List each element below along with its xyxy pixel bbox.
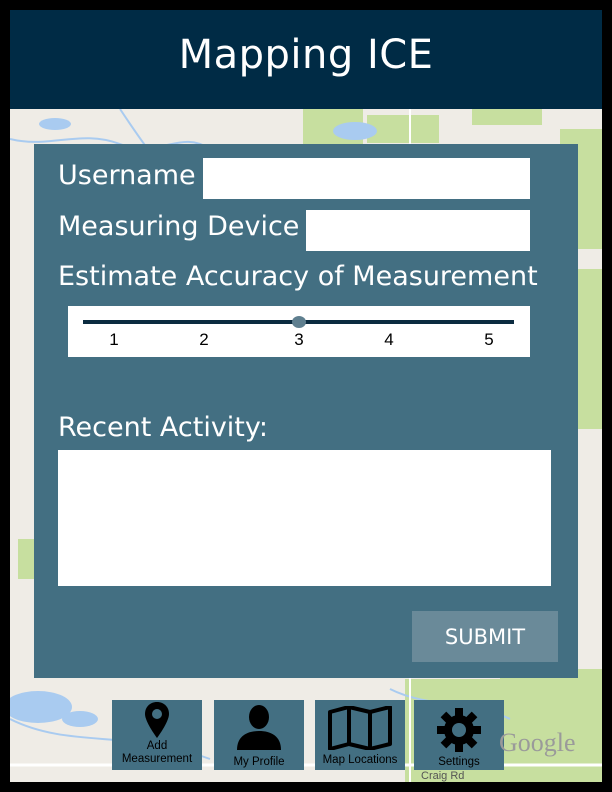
slider-tick-1: 1 — [109, 330, 119, 349]
submit-button[interactable]: SUBMIT — [412, 611, 558, 662]
add-measurement-button[interactable]: Add Measurement — [112, 700, 202, 770]
recent-activity-label: Recent Activity: — [58, 412, 269, 443]
measurement-form-panel: Username Measuring Device Estimate Accur… — [34, 144, 578, 678]
gear-icon — [437, 708, 481, 752]
map-locations-button[interactable]: Map Locations — [315, 700, 405, 770]
slider-tick-3: 3 — [294, 330, 304, 349]
slider-tick-4: 4 — [384, 330, 394, 349]
person-icon — [237, 705, 281, 750]
slider-tick-5: 5 — [484, 330, 494, 349]
app-frame: Mapping ICE Username Measuring Device Es… — [10, 10, 602, 782]
map-locations-label: Map Locations — [322, 754, 398, 766]
recent-activity-textarea[interactable] — [58, 450, 551, 586]
road-label: Craig Rd — [421, 770, 465, 782]
slider-thumb[interactable] — [292, 316, 306, 328]
accuracy-slider[interactable]: 1 2 3 4 5 — [68, 306, 530, 357]
measuring-device-input[interactable] — [306, 210, 530, 251]
accuracy-label: Estimate Accuracy of Measurement — [58, 261, 538, 292]
username-input[interactable] — [203, 158, 530, 199]
app-header: Mapping ICE — [10, 10, 602, 109]
settings-label: Settings — [438, 756, 480, 768]
google-attribution: Google — [499, 728, 576, 757]
measuring-device-label: Measuring Device — [58, 211, 300, 242]
add-measurement-label-line2: Measurement — [121, 753, 193, 765]
add-measurement-label-line1: Add — [146, 740, 168, 752]
slider-tick-2: 2 — [199, 330, 209, 349]
my-profile-label: My Profile — [233, 756, 285, 768]
settings-button[interactable]: Settings — [414, 700, 504, 770]
map-pin-icon — [145, 702, 169, 738]
my-profile-button[interactable]: My Profile — [214, 700, 304, 770]
folded-map-icon — [328, 706, 392, 750]
app-title: Mapping ICE — [178, 32, 434, 78]
username-label: Username — [58, 160, 196, 191]
